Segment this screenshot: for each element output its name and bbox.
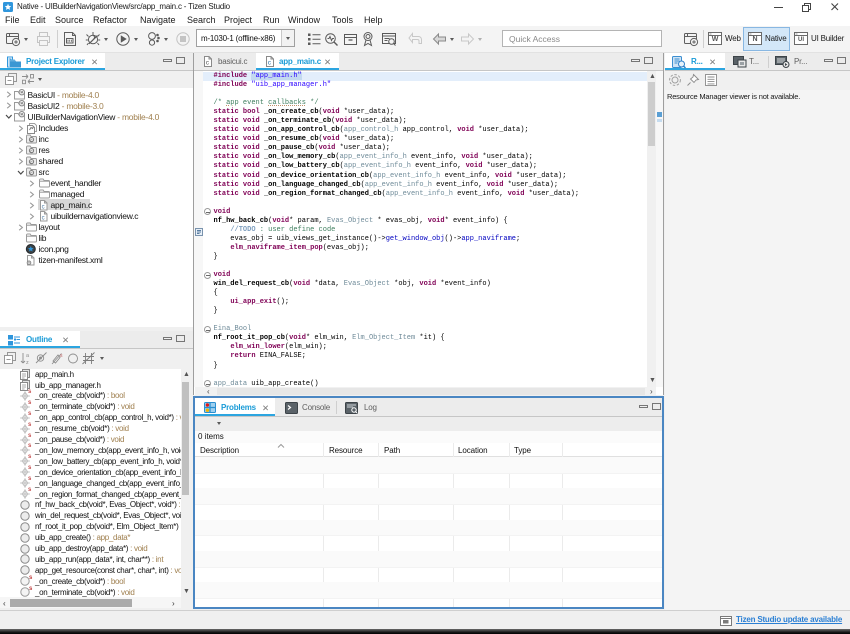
svg-text:s: s xyxy=(60,353,63,359)
svg-text:c: c xyxy=(42,204,45,210)
svg-text:c: c xyxy=(42,215,45,221)
svg-text:z: z xyxy=(26,360,29,366)
svg-text:a: a xyxy=(26,353,30,359)
